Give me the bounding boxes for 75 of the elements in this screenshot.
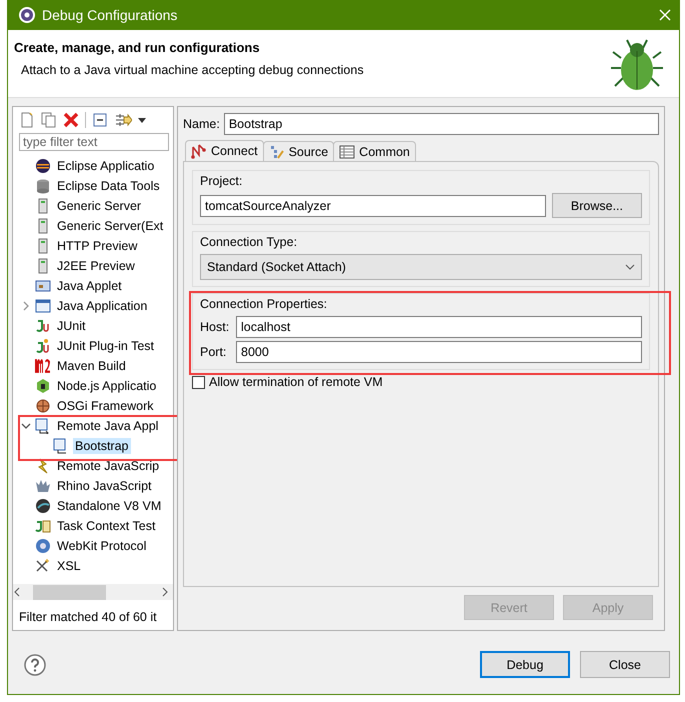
tree-item[interactable]: Eclipse Data Tools [55, 178, 162, 194]
filter-icon [114, 112, 132, 128]
checkbox[interactable] [192, 376, 205, 388]
tree-item[interactable]: Task Context Test [55, 518, 158, 534]
tree-item[interactable]: Eclipse Applicatio [55, 158, 156, 174]
dialog-button[interactable]: Close [580, 651, 670, 678]
project-field[interactable]: tomcatSourceAnalyzer [200, 194, 546, 216]
browse-button[interactable]: Browse... [552, 193, 642, 218]
database-icon [35, 178, 51, 194]
delete-icon [63, 112, 79, 128]
tree-item[interactable]: Standalone V8 VM [55, 498, 164, 514]
dialog-button[interactable]: Debug [480, 651, 570, 678]
xsl-icon [35, 558, 51, 574]
tree-item[interactable]: JUnit Plug-in Test [55, 338, 156, 354]
tree-item[interactable]: J2EE Preview [55, 258, 137, 274]
tree-item[interactable]: Node.js Applicatio [55, 378, 158, 394]
field-label: Port: [200, 345, 228, 359]
tree-item[interactable]: HTTP Preview [55, 238, 140, 254]
filter-field[interactable]: type filter text [19, 133, 169, 151]
close-icon[interactable] [659, 9, 671, 21]
java-window-icon [35, 298, 51, 314]
tree-item[interactable]: Java Application [55, 298, 150, 314]
scrollbar-thumb[interactable] [33, 584, 106, 600]
input-field[interactable]: localhost [236, 316, 642, 338]
tree-item[interactable]: Generic Server(Ext [55, 218, 166, 234]
eclipse-icon [35, 158, 51, 174]
junit-plugin-icon [35, 338, 51, 354]
tree-item[interactable]: Bootstrap [73, 438, 131, 454]
tab[interactable]: Connect [185, 140, 264, 161]
tree-item[interactable]: Generic Server [55, 198, 144, 214]
name-field[interactable]: Bootstrap [224, 113, 659, 135]
group-label: Connection Properties: [200, 297, 328, 311]
chevron-down-icon [625, 264, 635, 270]
help-icon [24, 654, 46, 676]
v8-icon [35, 498, 51, 514]
tree-item[interactable]: Maven Build [55, 358, 128, 374]
filter-status: Filter matched 40 of 60 it [18, 609, 158, 626]
tree-item[interactable]: OSGi Framework [55, 398, 156, 414]
tab[interactable]: Source [262, 141, 334, 161]
window-title: Debug Configurations [42, 7, 178, 23]
input-field[interactable]: 8000 [236, 341, 642, 363]
tree-item[interactable]: XSL [55, 558, 83, 574]
name-label: Name: [183, 117, 220, 131]
tab[interactable]: Common [333, 141, 416, 161]
tree-item[interactable]: WebKit Protocol [55, 538, 148, 554]
field-label: Host: [200, 320, 230, 334]
osgi-icon [35, 398, 51, 414]
collapse-all-icon [92, 112, 108, 128]
scroll-right-icon [161, 587, 169, 597]
webkit-icon [35, 538, 51, 554]
tree-item[interactable]: JUnit [55, 318, 88, 334]
header-message: Attach to a Java virtual machine accepting debug connections [20, 63, 365, 77]
tree-item[interactable]: Remote Java Appl [55, 418, 160, 434]
connect-icon [191, 143, 207, 159]
new-config-icon [19, 112, 35, 128]
applet-icon [35, 278, 51, 294]
tree-item[interactable]: Remote JavaScrip [55, 458, 162, 474]
remote-java-icon [35, 418, 51, 434]
header-title: Create, manage, and run configurations [14, 40, 261, 55]
checkbox-label: Allow termination of remote VM [209, 375, 383, 389]
duplicate-icon [41, 112, 57, 128]
scroll-left-icon [13, 587, 21, 597]
table-icon [339, 144, 356, 160]
tree-item[interactable]: Java Applet [55, 278, 124, 294]
group-label: Project: [200, 174, 244, 188]
tree-item[interactable]: Rhino JavaScript [55, 478, 154, 494]
junit-icon [35, 318, 51, 334]
group-label: Connection Type: [200, 235, 298, 249]
source-icon [268, 144, 285, 160]
nodejs-icon [35, 378, 51, 394]
connection-type-dropdown[interactable]: Standard (Socket Attach) [200, 254, 642, 280]
remote-java-icon [53, 438, 69, 454]
maven-icon [35, 358, 51, 374]
task-test-icon [35, 518, 51, 534]
dropdown-arrow-icon [138, 118, 146, 122]
